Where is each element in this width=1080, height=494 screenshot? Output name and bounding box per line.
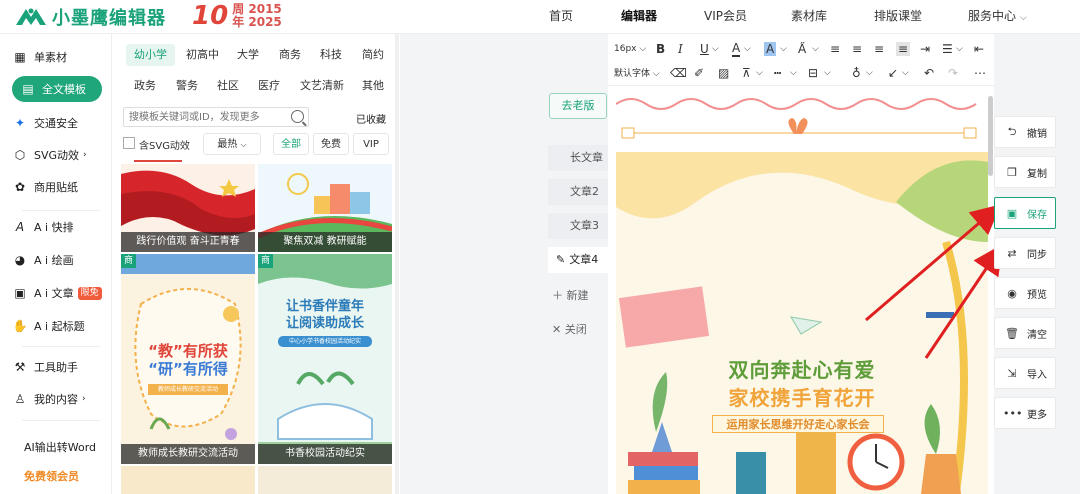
- more-icon: •••: [1003, 406, 1023, 420]
- more-label: 更多: [1027, 409, 1047, 421]
- save-label: 保存: [1027, 209, 1047, 221]
- import-label: 导入: [1027, 369, 1047, 381]
- more-button[interactable]: ••• 更多: [994, 397, 1056, 429]
- clear-button[interactable]: 🗑 清空: [994, 317, 1056, 349]
- sync-button[interactable]: ⇄ 同步: [994, 237, 1056, 269]
- red-arrow-icon: [865, 204, 1002, 322]
- undo-icon: ⮌: [1007, 124, 1017, 138]
- red-arrow-icon: [924, 244, 1003, 359]
- annotation-arrows: [865, 204, 1003, 359]
- save-button[interactable]: ▣ 保存: [994, 197, 1056, 229]
- preview-button[interactable]: ◉ 预览: [994, 277, 1056, 309]
- copy-button[interactable]: ❐ 复制: [994, 156, 1056, 188]
- preview-label: 预览: [1027, 289, 1047, 301]
- eye-icon: ◉: [1007, 286, 1017, 300]
- sync-icon: ⇄: [1007, 246, 1017, 260]
- copy-label: 复制: [1027, 168, 1047, 180]
- undo-label: 撤销: [1027, 128, 1047, 140]
- save-icon: ▣: [1006, 206, 1018, 220]
- undo-button[interactable]: ⮌ 撤销: [994, 116, 1056, 148]
- import-icon: ⇲: [1007, 366, 1017, 380]
- clear-label: 清空: [1027, 329, 1047, 341]
- copy-icon: ❐: [1007, 165, 1017, 179]
- trash-icon: 🗑: [1005, 326, 1019, 340]
- import-button[interactable]: ⇲ 导入: [994, 357, 1056, 389]
- sync-label: 同步: [1027, 249, 1047, 261]
